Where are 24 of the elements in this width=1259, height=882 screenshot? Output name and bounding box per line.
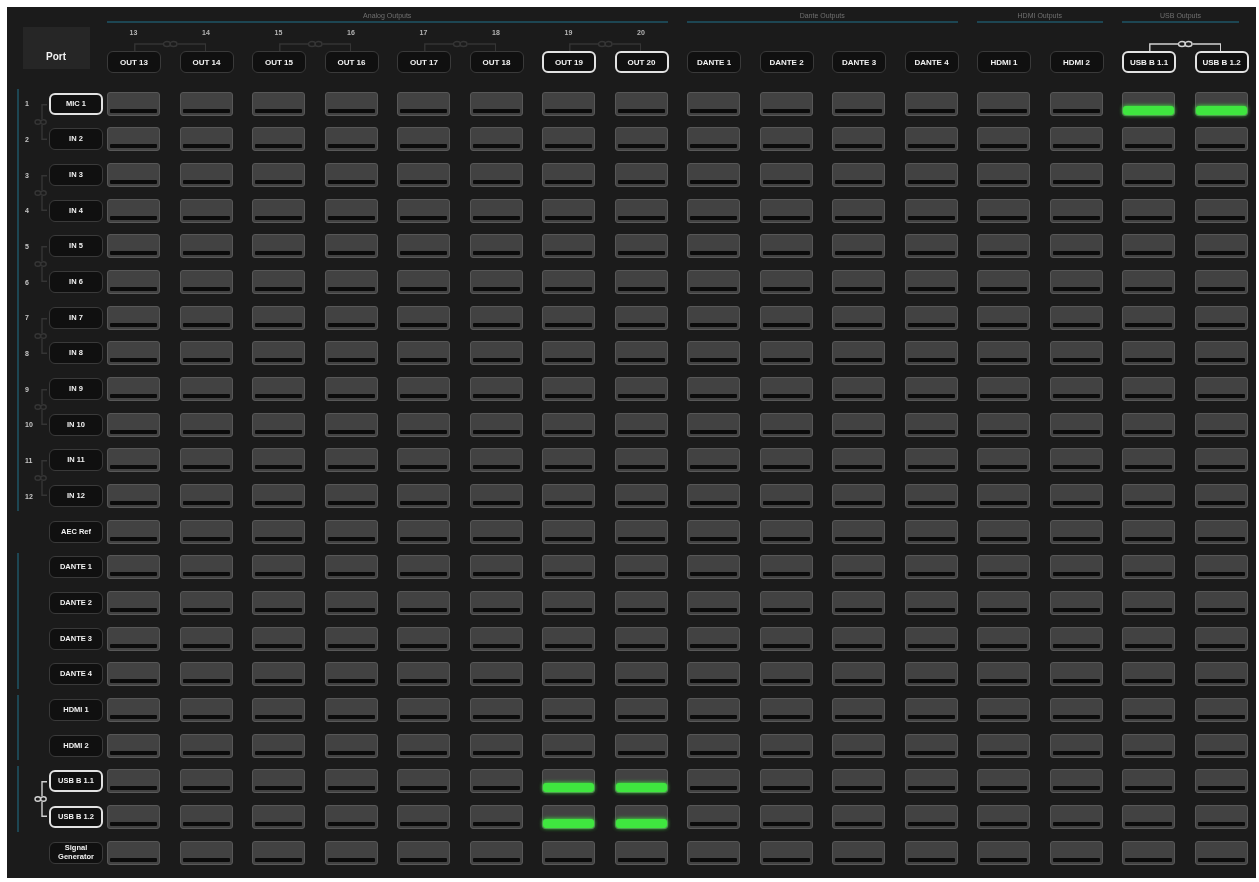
crosspoint-button[interactable]	[614, 804, 668, 829]
crosspoint-button[interactable]	[1122, 91, 1175, 116]
output-button[interactable]: DANTE 3	[832, 51, 886, 73]
output-button[interactable]: USB B 1.2	[1194, 51, 1249, 73]
crosspoint-button[interactable]	[1194, 91, 1248, 116]
output-button[interactable]: OUT 19	[542, 51, 596, 73]
port-header: Port	[23, 27, 90, 69]
output-button[interactable]: HDMI 2	[1049, 51, 1104, 73]
output-button[interactable]: USB B 1.1	[1122, 51, 1176, 73]
output-button[interactable]: OUT 14	[179, 51, 234, 73]
crosspoint-button[interactable]	[614, 769, 668, 794]
output-button[interactable]: OUT 20	[614, 51, 669, 73]
link-icon[interactable]	[1148, 40, 1221, 51]
output-button[interactable]: HDMI 1	[977, 51, 1031, 73]
output-button[interactable]: OUT 17	[397, 51, 451, 73]
crosspoint-button[interactable]	[542, 804, 595, 829]
output-button[interactable]: DANTE 4	[904, 51, 959, 73]
output-button[interactable]: DANTE 2	[759, 51, 814, 73]
crosspoint-button[interactable]	[542, 769, 595, 794]
output-button[interactable]: OUT 15	[252, 51, 306, 73]
output-button[interactable]: OUT 16	[324, 51, 379, 73]
output-button[interactable]: DANTE 1	[687, 51, 741, 73]
output-button[interactable]: OUT 13	[107, 51, 161, 73]
output-button[interactable]: OUT 18	[469, 51, 524, 73]
